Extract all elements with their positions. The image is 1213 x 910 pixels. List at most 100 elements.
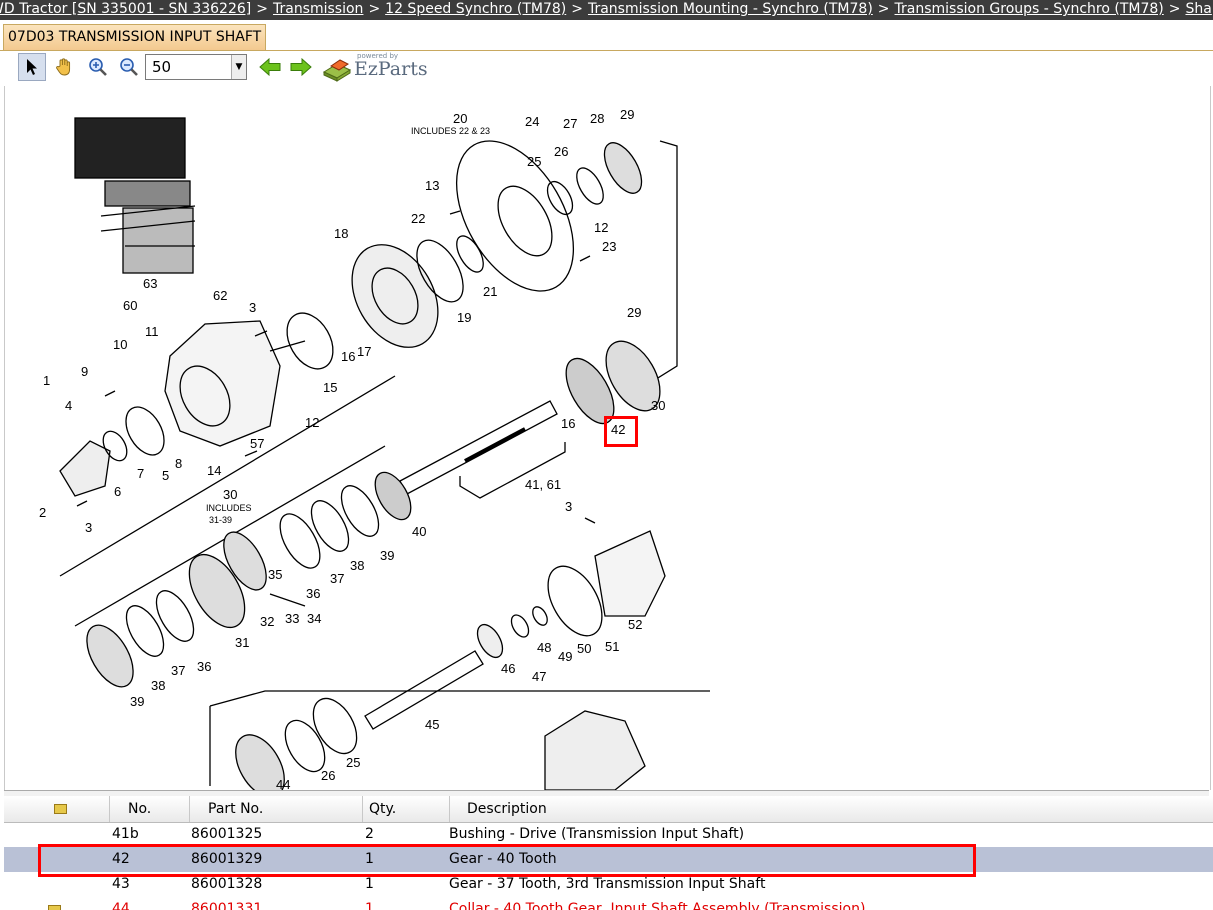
callout-label[interactable]: INCLUDES 22 & 23 — [411, 126, 490, 136]
zoom-level-select[interactable]: 50 ▼ — [145, 54, 247, 80]
callout-label[interactable]: 18 — [334, 226, 348, 241]
callout-label[interactable]: 57 — [250, 436, 264, 451]
column-header-no[interactable]: No. — [110, 796, 190, 822]
back-arrow-icon[interactable] — [256, 53, 284, 81]
table-row[interactable]: 43 86001328 1 Gear - 37 Tooth, 3rd Trans… — [4, 872, 1213, 897]
callout-label[interactable]: 33 — [285, 611, 299, 626]
callout-label[interactable]: 36 — [306, 586, 320, 601]
callout-label[interactable]: 27 — [563, 116, 577, 131]
callout-label[interactable]: 40 — [412, 524, 426, 539]
logo-text: EzParts — [354, 58, 428, 80]
breadcrumb-separator: > — [877, 1, 890, 17]
callout-label[interactable]: 28 — [590, 111, 604, 126]
callout-label[interactable]: 13 — [425, 178, 439, 193]
callout-label[interactable]: 2 — [39, 505, 46, 520]
breadcrumb-link-transmission[interactable]: Transmission — [273, 1, 363, 17]
table-row[interactable]: 44 86001331 1 Collar - 40 Tooth Gear, In… — [4, 897, 1213, 910]
callout-label[interactable]: 29 — [627, 305, 641, 320]
callout-label[interactable]: 7 — [137, 466, 144, 481]
column-header-description[interactable]: Description — [450, 796, 1213, 822]
callout-label[interactable]: 44 — [276, 777, 290, 790]
callout-label[interactable]: 62 — [213, 288, 227, 303]
breadcrumb-link-shaft[interactable]: Sha — [1185, 1, 1211, 17]
column-header-part-no[interactable]: Part No. — [190, 796, 363, 822]
callout-label[interactable]: 26 — [554, 144, 568, 159]
callout-label[interactable]: 34 — [307, 611, 321, 626]
callout-label[interactable]: 12 — [594, 220, 608, 235]
breadcrumb-link-12-speed[interactable]: 12 Speed Synchro (TM78) — [385, 1, 566, 17]
column-header-qty[interactable]: Qty. — [363, 796, 450, 822]
table-row[interactable]: 41b 86001325 2 Bushing - Drive (Transmis… — [4, 822, 1213, 847]
callout-label[interactable]: 25 — [527, 154, 541, 169]
callout-label[interactable]: 5 — [162, 468, 169, 483]
zoom-out-icon[interactable] — [115, 53, 143, 81]
callout-label[interactable]: 37 — [330, 571, 344, 586]
callout-label[interactable]: 22 — [411, 211, 425, 226]
callout-label[interactable]: 11 — [145, 324, 159, 339]
callout-label[interactable]: 19 — [457, 310, 471, 325]
callout-label[interactable]: 23 — [602, 239, 616, 254]
callout-label[interactable]: 17 — [357, 344, 371, 359]
zoom-in-icon[interactable] — [84, 53, 112, 81]
callout-label[interactable]: 38 — [151, 678, 165, 693]
row-qty: 1 — [365, 876, 374, 892]
callout-label[interactable]: 32 — [260, 614, 274, 629]
callout-label[interactable]: 41, 61 — [525, 477, 561, 492]
callout-label[interactable]: 6 — [114, 484, 121, 499]
callout-label[interactable]: 3 — [249, 300, 256, 315]
callout-label[interactable]: 12 — [305, 415, 319, 430]
callout-label[interactable]: 52 — [628, 617, 642, 632]
breadcrumb-link-groups[interactable]: Transmission Groups - Synchro (TM78) — [895, 1, 1164, 17]
row-qty: 2 — [365, 826, 374, 842]
chevron-down-icon[interactable]: ▼ — [231, 55, 246, 79]
callout-label[interactable]: 16 — [561, 416, 575, 431]
callout-label[interactable]: 35 — [268, 567, 282, 582]
callout-label[interactable]: 37 — [171, 663, 185, 678]
forward-arrow-icon[interactable] — [287, 53, 315, 81]
callout-label[interactable]: 48 — [537, 640, 551, 655]
pan-hand-icon[interactable] — [50, 53, 78, 81]
breadcrumb-separator: > — [256, 1, 268, 17]
breadcrumb-link-tractor[interactable]: WD Tractor [SN 335001 - SN 336226] — [0, 1, 251, 17]
callout-label[interactable]: 14 — [207, 463, 221, 478]
callout-label[interactable]: 36 — [197, 659, 211, 674]
callout-label[interactable]: 31-39 — [209, 515, 232, 525]
callout-label[interactable]: 8 — [175, 456, 182, 471]
callout-label[interactable]: 20 — [453, 111, 467, 126]
callout-label[interactable]: 15 — [323, 380, 337, 395]
callout-label[interactable]: 1 — [43, 373, 50, 388]
folder-icon — [48, 905, 61, 910]
callout-label[interactable]: 26 — [321, 768, 335, 783]
parts-diagram[interactable]: 20 INCLUDES 22 & 23 24 27 28 29 25 26 13 22 12 23 18… — [4, 86, 1211, 790]
callout-label[interactable]: 60 — [123, 298, 137, 313]
callout-label[interactable]: 30 — [651, 398, 665, 413]
callout-label[interactable]: 47 — [532, 669, 546, 684]
callout-label[interactable]: 25 — [346, 755, 360, 770]
callout-label[interactable]: 10 — [113, 337, 127, 352]
callout-label[interactable]: 9 — [81, 364, 88, 379]
callout-label[interactable]: 4 — [65, 398, 72, 413]
select-arrow-icon[interactable] — [18, 53, 46, 81]
callout-label[interactable]: 16 — [341, 349, 355, 364]
callout-label[interactable]: 39 — [380, 548, 394, 563]
table-row-selected[interactable]: 42 86001329 1 Gear - 40 Tooth — [4, 847, 1213, 872]
callout-label[interactable]: 30 — [223, 487, 237, 502]
callout-label[interactable]: 50 — [577, 641, 591, 656]
callout-label[interactable]: INCLUDES — [206, 503, 252, 513]
callout-label[interactable]: 49 — [558, 649, 572, 664]
callout-label[interactable]: 31 — [235, 635, 249, 650]
callout-label[interactable]: 45 — [425, 717, 439, 732]
callout-label[interactable]: 3 — [565, 499, 572, 514]
callout-label[interactable]: 46 — [501, 661, 515, 676]
callout-label[interactable]: 63 — [143, 276, 157, 291]
callout-label[interactable]: 29 — [620, 107, 634, 122]
header-icon-cell[interactable] — [4, 796, 110, 822]
callout-label[interactable]: 51 — [605, 639, 619, 654]
callout-label[interactable]: 38 — [350, 558, 364, 573]
callout-label[interactable]: 3 — [85, 520, 92, 535]
breadcrumb-link-mounting[interactable]: Transmission Mounting - Synchro (TM78) — [588, 1, 873, 17]
callout-label[interactable]: 24 — [525, 114, 539, 129]
tab-transmission-input-shaft[interactable]: 07D03 TRANSMISSION INPUT SHAFT — [3, 24, 267, 50]
callout-label[interactable]: 21 — [483, 284, 497, 299]
callout-label[interactable]: 39 — [130, 694, 144, 709]
